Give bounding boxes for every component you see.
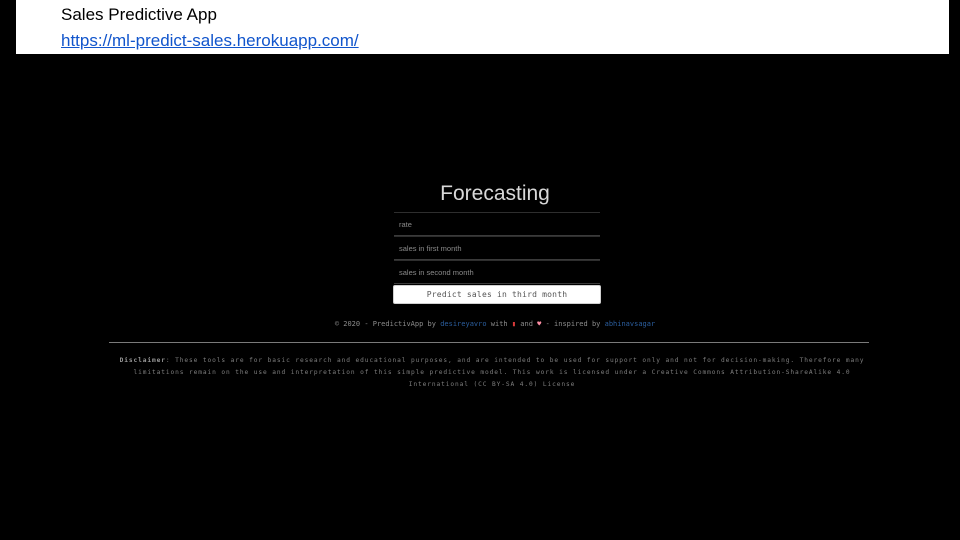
app-url-link[interactable]: https://ml-predict-sales.herokuapp.com/ <box>61 31 359 51</box>
second-month-sales-input[interactable]: sales in second month <box>394 260 600 284</box>
rate-input-placeholder: rate <box>399 220 412 229</box>
rate-input[interactable]: rate <box>394 212 600 236</box>
inspired-text: - inspired by <box>545 320 601 328</box>
forecasting-title: Forecasting <box>440 182 550 205</box>
inspirer-link[interactable]: abhinavsagar <box>605 320 656 328</box>
predict-button[interactable]: Predict sales in third month <box>393 285 601 304</box>
second-month-sales-placeholder: sales in second month <box>399 268 474 277</box>
header-panel: Sales Predictive App https://ml-predict-… <box>16 0 949 54</box>
disclaimer-text: : These tools are for basic research and… <box>133 357 865 388</box>
with-text: with <box>490 320 508 328</box>
book-icon: ▮ <box>511 320 517 328</box>
and-text: and <box>520 320 533 328</box>
first-month-sales-input[interactable]: sales in first month <box>394 236 600 260</box>
disclaimer-label: Disclaimer <box>119 357 166 364</box>
first-month-sales-placeholder: sales in first month <box>399 244 462 253</box>
disclaimer: Disclaimer: These tools are for basic re… <box>110 355 874 391</box>
copyright-text: © 2020 - PredictivApp by <box>334 320 436 328</box>
author-link[interactable]: desireyavro <box>440 320 486 328</box>
footer-credit: © 2020 - PredictivApp by desireyavro wit… <box>0 320 960 328</box>
heart-icon: ♥ <box>537 320 542 328</box>
page-title: Sales Predictive App <box>61 5 217 24</box>
footer-divider <box>109 342 869 343</box>
